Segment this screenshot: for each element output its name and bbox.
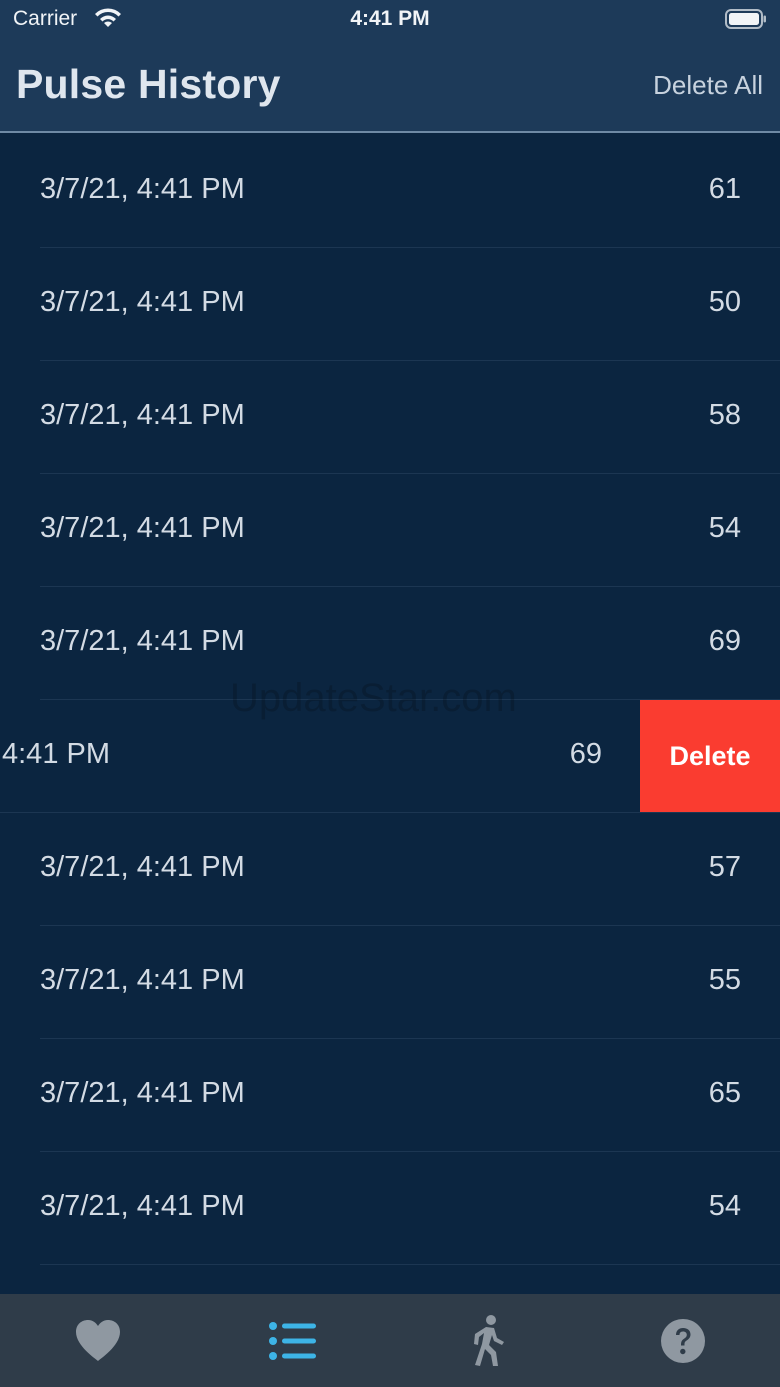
tab-history[interactable] — [195, 1294, 390, 1387]
tab-help[interactable] — [585, 1294, 780, 1387]
walking-icon — [473, 1314, 504, 1366]
row-date: 3/7/21, 4:41 PM — [40, 399, 245, 431]
row-pulse-value: 54 — [708, 1190, 741, 1222]
list-item[interactable]: 3/7/21, 4:41 PM 69 — [0, 587, 780, 700]
row-date: 3/7/21, 4:41 PM — [40, 625, 245, 657]
page-title: Pulse History — [16, 61, 281, 107]
list-item[interactable]: 3/7/21, 4:41 PM 58 — [0, 361, 780, 474]
status-time: 4:41 PM — [350, 7, 430, 30]
list-icon — [268, 1321, 316, 1360]
row-pulse-value: 57 — [708, 851, 741, 883]
row-date: 3/7/21, 4:41 PM — [40, 512, 245, 544]
heart-icon — [75, 1319, 120, 1361]
battery-icon — [725, 9, 766, 29]
row-delete-button[interactable]: Delete — [640, 700, 780, 812]
row-date: 3/7/21, 4:41 PM — [40, 964, 245, 996]
row-date: 3/7/21, 4:41 PM — [40, 173, 245, 205]
tab-activity[interactable] — [390, 1294, 585, 1387]
row-pulse-value: 54 — [708, 512, 741, 544]
row-date: 3/7/21, 4:41 PM — [40, 1190, 245, 1222]
row-date: 3/7/21, 4:41 PM — [40, 286, 245, 318]
row-date: 3/7/21, 4:41 PM — [40, 1077, 245, 1109]
list-item[interactable]: 3/7/21, 4:41 PM 61 — [0, 135, 780, 248]
row-pulse-value: 65 — [708, 1077, 741, 1109]
row-pulse-value: 58 — [708, 399, 741, 431]
tab-bar — [0, 1294, 780, 1387]
delete-all-button[interactable]: Delete All — [653, 70, 763, 101]
list-item-swiped[interactable]: 4:41 PM 69 Delete — [0, 700, 780, 813]
list-item[interactable]: 3/7/21, 4:41 PM 55 — [0, 926, 780, 1039]
row-date: 4:41 PM — [2, 738, 110, 770]
list-item[interactable]: 3/7/21, 4:41 PM 65 — [0, 1039, 780, 1152]
row-divider — [40, 1264, 780, 1265]
row-pulse-value: 69 — [569, 738, 602, 770]
status-bar: Carrier 4:41 PM — [0, 0, 780, 40]
row-date: 3/7/21, 4:41 PM — [40, 851, 245, 883]
row-pulse-value: 69 — [708, 625, 741, 657]
navigation-header: Carrier 4:41 PM Pulse History Delete All — [0, 0, 780, 133]
row-pulse-value: 50 — [708, 286, 741, 318]
list-item[interactable]: 3/7/21, 4:41 PM 54 — [0, 1152, 780, 1265]
list-item[interactable]: 3/7/21, 4:41 PM 54 — [0, 474, 780, 587]
list-item[interactable]: 3/7/21, 4:41 PM 57 — [0, 813, 780, 926]
tab-measure[interactable] — [0, 1294, 195, 1387]
list-item[interactable]: 3/7/21, 4:41 PM 50 — [0, 248, 780, 361]
pulse-history-list[interactable]: 3/7/21, 4:41 PM 61 3/7/21, 4:41 PM 50 3/… — [0, 135, 780, 1294]
help-icon — [660, 1318, 705, 1363]
row-pulse-value: 55 — [708, 964, 741, 996]
row-pulse-value: 61 — [708, 173, 741, 205]
